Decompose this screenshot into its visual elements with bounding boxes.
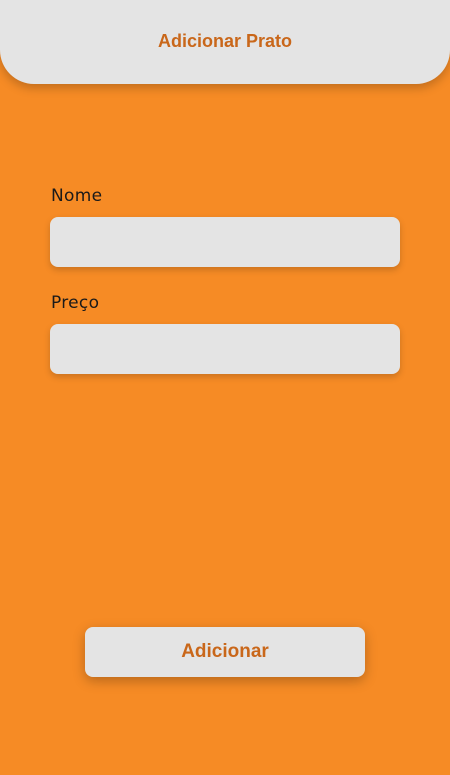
price-input[interactable] (50, 324, 400, 374)
add-button[interactable]: Adicionar (85, 627, 365, 677)
header-bar: Adicionar Prato (0, 0, 450, 84)
page-title: Adicionar Prato (157, 31, 293, 51)
name-input[interactable] (50, 217, 400, 267)
price-label: Preço (51, 293, 100, 313)
name-label: Nome (51, 186, 103, 206)
